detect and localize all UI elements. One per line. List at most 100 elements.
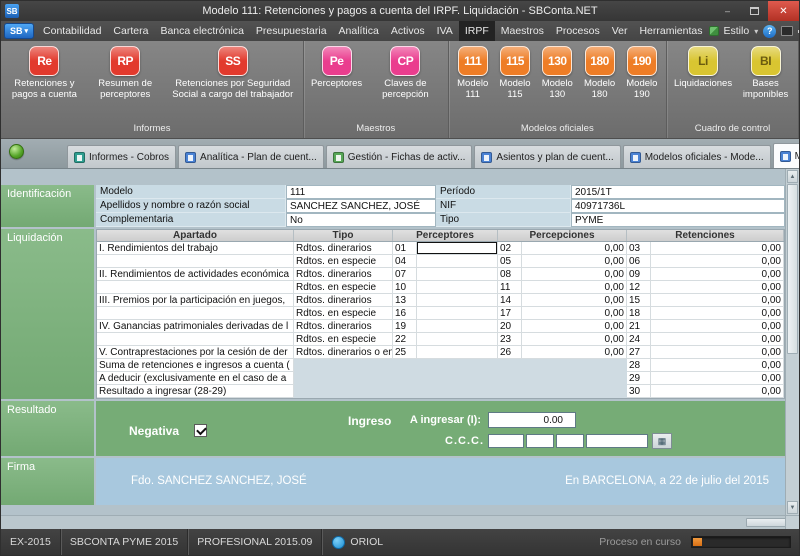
cell-perceptores[interactable] xyxy=(417,281,498,294)
ribbon-button[interactable]: 111 Modelo 111 xyxy=(452,45,494,101)
ccc-lookup-button[interactable]: ▦ xyxy=(652,433,672,449)
field-value[interactable]: 40971736L xyxy=(571,199,785,213)
menu-item[interactable]: Banca electrónica xyxy=(154,21,249,41)
document-tab[interactable]: Modelos oficiales - Mode... xyxy=(623,145,771,168)
cell-perceptores[interactable] xyxy=(417,320,498,333)
firma-panel: Fdo. SANCHEZ SANCHEZ, JOSÉ En BARCELONA,… xyxy=(96,458,785,505)
cell-retenciones[interactable]: 0,00 xyxy=(651,320,784,333)
menu-item[interactable]: Ver xyxy=(606,21,634,41)
menu-item[interactable]: Cartera xyxy=(107,21,154,41)
cell-perceptores[interactable] xyxy=(417,242,498,255)
cell-percepciones[interactable]: 0,00 xyxy=(522,346,627,359)
document-tab[interactable]: Modelos oficiales - Mo... xyxy=(773,143,800,168)
ribbon-button-label: Retenciones y pagos a cuenta xyxy=(8,79,81,100)
cell-retenciones[interactable]: 0,00 xyxy=(651,359,784,372)
ribbon-button[interactable]: SS Retenciones por Seguridad Social a ca… xyxy=(166,45,300,101)
document-icon xyxy=(630,152,641,163)
cell-retenciones[interactable]: 0,00 xyxy=(651,307,784,320)
menu-item[interactable]: IVA xyxy=(431,21,459,41)
cell-perceptores[interactable] xyxy=(417,307,498,320)
negativa-checkbox[interactable] xyxy=(194,424,207,437)
cell-perceptores[interactable] xyxy=(417,359,498,372)
menu-item[interactable]: Contabilidad xyxy=(37,21,107,41)
field-value[interactable]: 111 xyxy=(286,185,436,199)
estilo-button[interactable]: Estilo xyxy=(724,25,750,37)
scroll-down-icon[interactable]: ▼ xyxy=(787,501,798,514)
maximize-button[interactable] xyxy=(741,1,768,21)
menu-item[interactable]: Analítica xyxy=(333,21,385,41)
vertical-scrollbar-thumb[interactable] xyxy=(787,184,798,354)
cell-percepciones[interactable] xyxy=(522,385,627,398)
ribbon-button[interactable]: RP Resumen de perceptores xyxy=(85,45,166,101)
sb-menu-button[interactable]: SB ▾ xyxy=(4,23,34,39)
menu-item[interactable]: IRPF xyxy=(459,21,495,41)
cell-retenciones[interactable]: 0,00 xyxy=(651,294,784,307)
cell-perceptores[interactable] xyxy=(417,294,498,307)
menu-item[interactable]: Presupuestaria xyxy=(250,21,333,41)
ribbon-button[interactable]: Re Retenciones y pagos a cuenta xyxy=(4,45,85,101)
minimize-button[interactable]: – xyxy=(714,1,741,21)
cell-percepciones[interactable]: 0,00 xyxy=(522,333,627,346)
cell-percepciones[interactable]: 0,00 xyxy=(522,281,627,294)
field-value[interactable]: SANCHEZ SANCHEZ, JOSÉ xyxy=(286,199,436,213)
cell-perceptores[interactable] xyxy=(417,255,498,268)
cell-percepciones[interactable]: 0,00 xyxy=(522,255,627,268)
field-value[interactable]: 2015/1T xyxy=(571,185,785,199)
ribbon-button[interactable]: 115 Modelo 115 xyxy=(494,45,536,101)
help-icon[interactable]: ? xyxy=(763,25,776,38)
cell-perceptores[interactable] xyxy=(417,372,498,385)
cell-retenciones[interactable]: 0,00 xyxy=(651,242,784,255)
cell-perceptores[interactable] xyxy=(417,385,498,398)
close-button[interactable]: ✕ xyxy=(768,1,799,21)
cell-percepciones[interactable]: 0,00 xyxy=(522,242,627,255)
cell-box-number: 25 xyxy=(393,346,417,359)
cell-percepciones[interactable] xyxy=(522,359,627,372)
document-tab[interactable]: Analítica - Plan de cuent... xyxy=(178,145,324,168)
menu: Contabilidad Cartera Banca electrónica P… xyxy=(37,21,708,41)
cell-percepciones[interactable] xyxy=(522,372,627,385)
ribbon-button[interactable]: 130 Modelo 130 xyxy=(536,45,578,101)
cell-percepciones[interactable]: 0,00 xyxy=(522,294,627,307)
ribbon-button[interactable]: CP Claves de percepción xyxy=(366,45,444,101)
horizontal-scrollbar[interactable] xyxy=(1,515,799,529)
chevron-down-icon[interactable]: ▾ xyxy=(754,27,758,36)
cell-retenciones[interactable]: 0,00 xyxy=(651,385,784,398)
cell-retenciones[interactable]: 0,00 xyxy=(651,333,784,346)
menu-item[interactable]: Herramientas xyxy=(633,21,708,41)
horizontal-scrollbar-thumb[interactable] xyxy=(746,518,790,527)
menu-item[interactable]: Maestros xyxy=(495,21,550,41)
section-label: Identificación xyxy=(1,185,94,227)
ribbon-button[interactable]: Li Liquidaciones xyxy=(670,45,736,91)
field-value[interactable]: PYME xyxy=(571,213,785,227)
ribbon-button[interactable]: Pe Perceptores xyxy=(307,45,366,91)
menu-item[interactable]: Activos xyxy=(385,21,431,41)
document-tab[interactable]: Informes - Cobros xyxy=(67,145,176,168)
field-value[interactable]: No xyxy=(286,213,436,227)
cell-percepciones[interactable]: 0,00 xyxy=(522,268,627,281)
navigation-orb-icon[interactable] xyxy=(9,144,24,159)
document-tab[interactable]: Gestión - Fichas de activ... xyxy=(326,145,473,168)
cell-percepciones[interactable]: 0,00 xyxy=(522,320,627,333)
ribbon-button[interactable]: 190 Modelo 190 xyxy=(621,45,663,101)
cell-perceptores[interactable] xyxy=(417,333,498,346)
window-icon[interactable] xyxy=(781,26,793,36)
ccc-input-1[interactable] xyxy=(488,434,524,448)
ribbon-button[interactable]: BI Bases imponibles xyxy=(736,45,795,101)
ccc-input-2[interactable] xyxy=(526,434,554,448)
cell-perceptores[interactable] xyxy=(417,346,498,359)
cell-retenciones[interactable]: 0,00 xyxy=(651,268,784,281)
cell-perceptores[interactable] xyxy=(417,268,498,281)
document-tab[interactable]: Asientos y plan de cuent... xyxy=(474,145,620,168)
ccc-input-4[interactable] xyxy=(586,434,648,448)
ribbon-button[interactable]: 180 Modelo 180 xyxy=(578,45,620,101)
vertical-scrollbar[interactable]: ▲ ▼ xyxy=(785,169,799,515)
cell-retenciones[interactable]: 0,00 xyxy=(651,346,784,359)
a-ingresar-input[interactable]: 0.00 xyxy=(488,412,576,428)
cell-percepciones[interactable]: 0,00 xyxy=(522,307,627,320)
cell-retenciones[interactable]: 0,00 xyxy=(651,255,784,268)
cell-retenciones[interactable]: 0,00 xyxy=(651,372,784,385)
ccc-input-3[interactable] xyxy=(556,434,584,448)
cell-retenciones[interactable]: 0,00 xyxy=(651,281,784,294)
menu-item[interactable]: Procesos xyxy=(550,21,606,41)
scroll-up-icon[interactable]: ▲ xyxy=(787,170,798,183)
